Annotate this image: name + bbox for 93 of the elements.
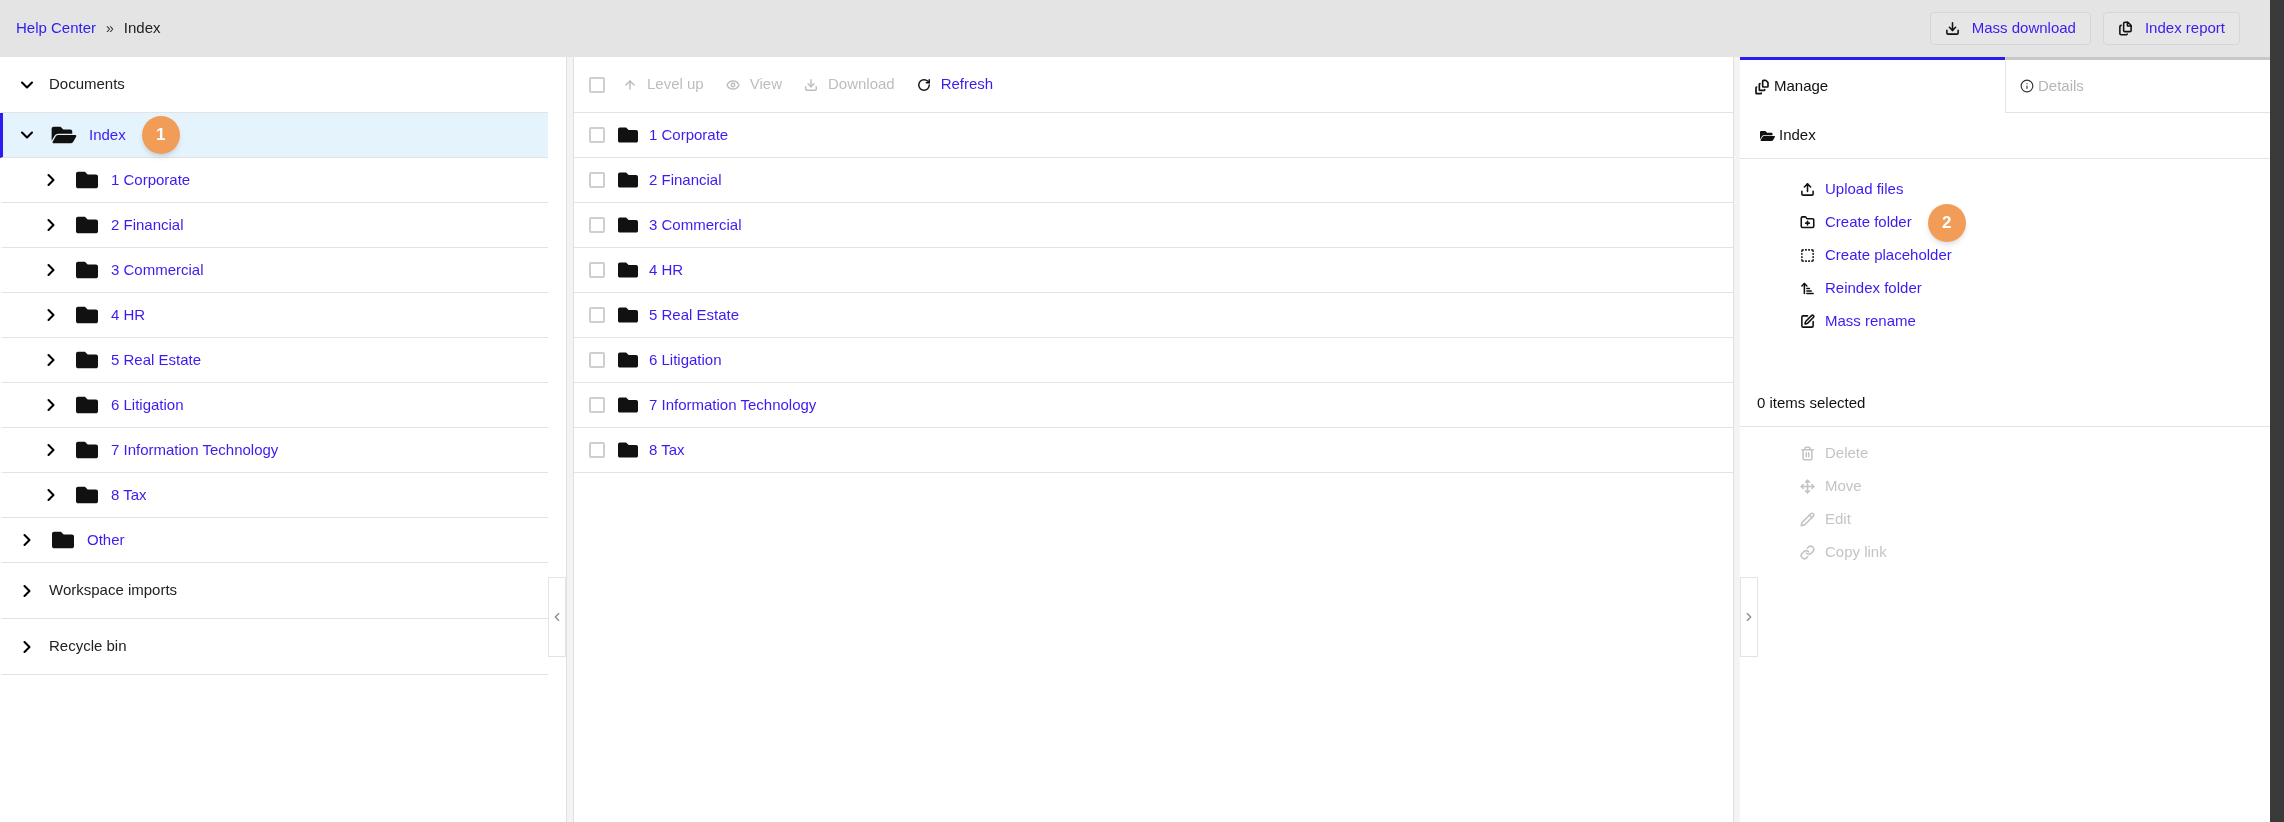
folder-icon [75, 304, 99, 326]
section-label: Documents [49, 74, 125, 95]
collapse-handle[interactable] [548, 577, 566, 657]
folder-icon [75, 439, 99, 461]
refresh-icon [916, 77, 931, 92]
folder-name: Index [89, 124, 126, 145]
documents-icon [2117, 21, 2133, 36]
folder-tree-item[interactable]: 2 Financial [0, 203, 548, 248]
folder-name: 4 HR [111, 304, 146, 325]
folder-link[interactable]: 7 Information Technology [649, 393, 817, 417]
folder-icon [75, 349, 99, 371]
move-icon [1800, 479, 1815, 494]
folder-icon [617, 305, 639, 325]
folder-icon [617, 215, 639, 235]
checkbox[interactable] [589, 262, 605, 278]
folder-icon [75, 484, 99, 506]
folder-icon [617, 170, 639, 190]
folder-tree-item[interactable]: 7 Information Technology [0, 428, 548, 473]
edit-square-icon [1800, 314, 1815, 329]
folder-icon [75, 259, 99, 281]
folder-tree-item[interactable]: 6 Litigation [0, 383, 548, 428]
upload-icon [1800, 182, 1815, 197]
folder-tree-item[interactable]: Index 1 [0, 113, 548, 158]
folder-icon [617, 350, 639, 370]
checkbox[interactable] [589, 76, 605, 93]
pencil-icon [1800, 512, 1815, 527]
current-folder-name: Index [1779, 125, 1816, 146]
folder-link[interactable]: 6 Litigation [649, 348, 722, 372]
folder-link[interactable]: 1 Corporate [649, 123, 729, 147]
folder-name: 1 Corporate [111, 169, 191, 190]
checkbox[interactable] [589, 127, 605, 143]
dashed-square-icon [1800, 248, 1815, 263]
folder-name: 6 Litigation [111, 394, 184, 415]
action-link[interactable]: Mass rename [1825, 310, 1916, 333]
folder-link[interactable]: 2 Financial [649, 168, 722, 192]
folder-tree-item[interactable]: Other [0, 518, 548, 563]
folder-name: 2 Financial [111, 214, 184, 235]
folder-icon [75, 169, 99, 191]
eye-icon [725, 77, 740, 92]
folder-plus-icon [1800, 215, 1815, 230]
folder-icon [617, 260, 639, 280]
folder-tree-item[interactable]: 3 Commercial [0, 248, 548, 293]
breadcrumb-separator: » [106, 19, 114, 38]
download-icon [803, 77, 818, 92]
open-folder-icon [51, 124, 77, 146]
trash-icon [1800, 446, 1815, 461]
checkbox[interactable] [589, 217, 605, 233]
folder-name: Other [87, 529, 125, 550]
checkbox[interactable] [589, 172, 605, 188]
folder-link[interactable]: 3 Commercial [649, 213, 742, 237]
link-icon [1800, 545, 1815, 560]
folder-icon [51, 529, 75, 551]
folder-tree-item[interactable]: 1 Corporate [0, 158, 548, 203]
callout-badge: 1 [141, 116, 180, 154]
checkbox[interactable] [589, 397, 605, 413]
toolbar-button[interactable]: Refresh [916, 73, 994, 96]
folder-name: 7 Information Technology [111, 439, 279, 460]
folder-icon [617, 125, 639, 145]
folder-icon [75, 394, 99, 416]
action-link[interactable]: Upload files [1825, 178, 1904, 201]
action-link[interactable]: Create placeholder [1825, 244, 1952, 267]
action-link[interactable]: Reindex folder [1825, 277, 1922, 300]
selection-count: 0 items selected [1757, 393, 1866, 414]
folder-link[interactable]: 5 Real Estate [649, 303, 740, 327]
folder-icon [1760, 128, 1775, 143]
checkbox[interactable] [589, 307, 605, 323]
section-label: Recycle bin [49, 636, 127, 657]
folder-icon [75, 214, 99, 236]
info-icon [2020, 79, 2034, 93]
index-report-button[interactable]: Index report [2102, 12, 2240, 45]
folder-icon [617, 395, 639, 415]
action-link[interactable]: Create folder [1825, 211, 1912, 234]
folder-icon [617, 440, 639, 460]
download-icon [1944, 21, 1960, 36]
folder-tree-item[interactable]: 5 Real Estate [0, 338, 548, 383]
checkbox[interactable] [589, 442, 605, 458]
folder-name: 3 Commercial [111, 259, 204, 280]
checkbox[interactable] [589, 352, 605, 368]
tree-section[interactable]: Workspace imports [0, 563, 548, 619]
folder-tree-item[interactable]: 4 HR [0, 293, 548, 338]
folder-tree-item[interactable]: 8 Tax [0, 473, 548, 518]
section-label: Workspace imports [49, 580, 178, 601]
tree-section[interactable]: Recycle bin [0, 619, 548, 675]
breadcrumb-link[interactable]: Help Center [16, 17, 97, 40]
folder-link[interactable]: 4 HR [649, 258, 684, 282]
folder-name: 5 Real Estate [111, 349, 202, 370]
folder-name: 8 Tax [111, 484, 147, 505]
collapse-handle[interactable] [1740, 577, 1758, 657]
folder-link[interactable]: 8 Tax [649, 438, 685, 462]
mass-download-button[interactable]: Mass download [1929, 12, 2091, 45]
breadcrumb-current: Index [123, 18, 161, 39]
sort-icon [1800, 281, 1815, 296]
callout-badge: 2 [1927, 203, 1966, 242]
